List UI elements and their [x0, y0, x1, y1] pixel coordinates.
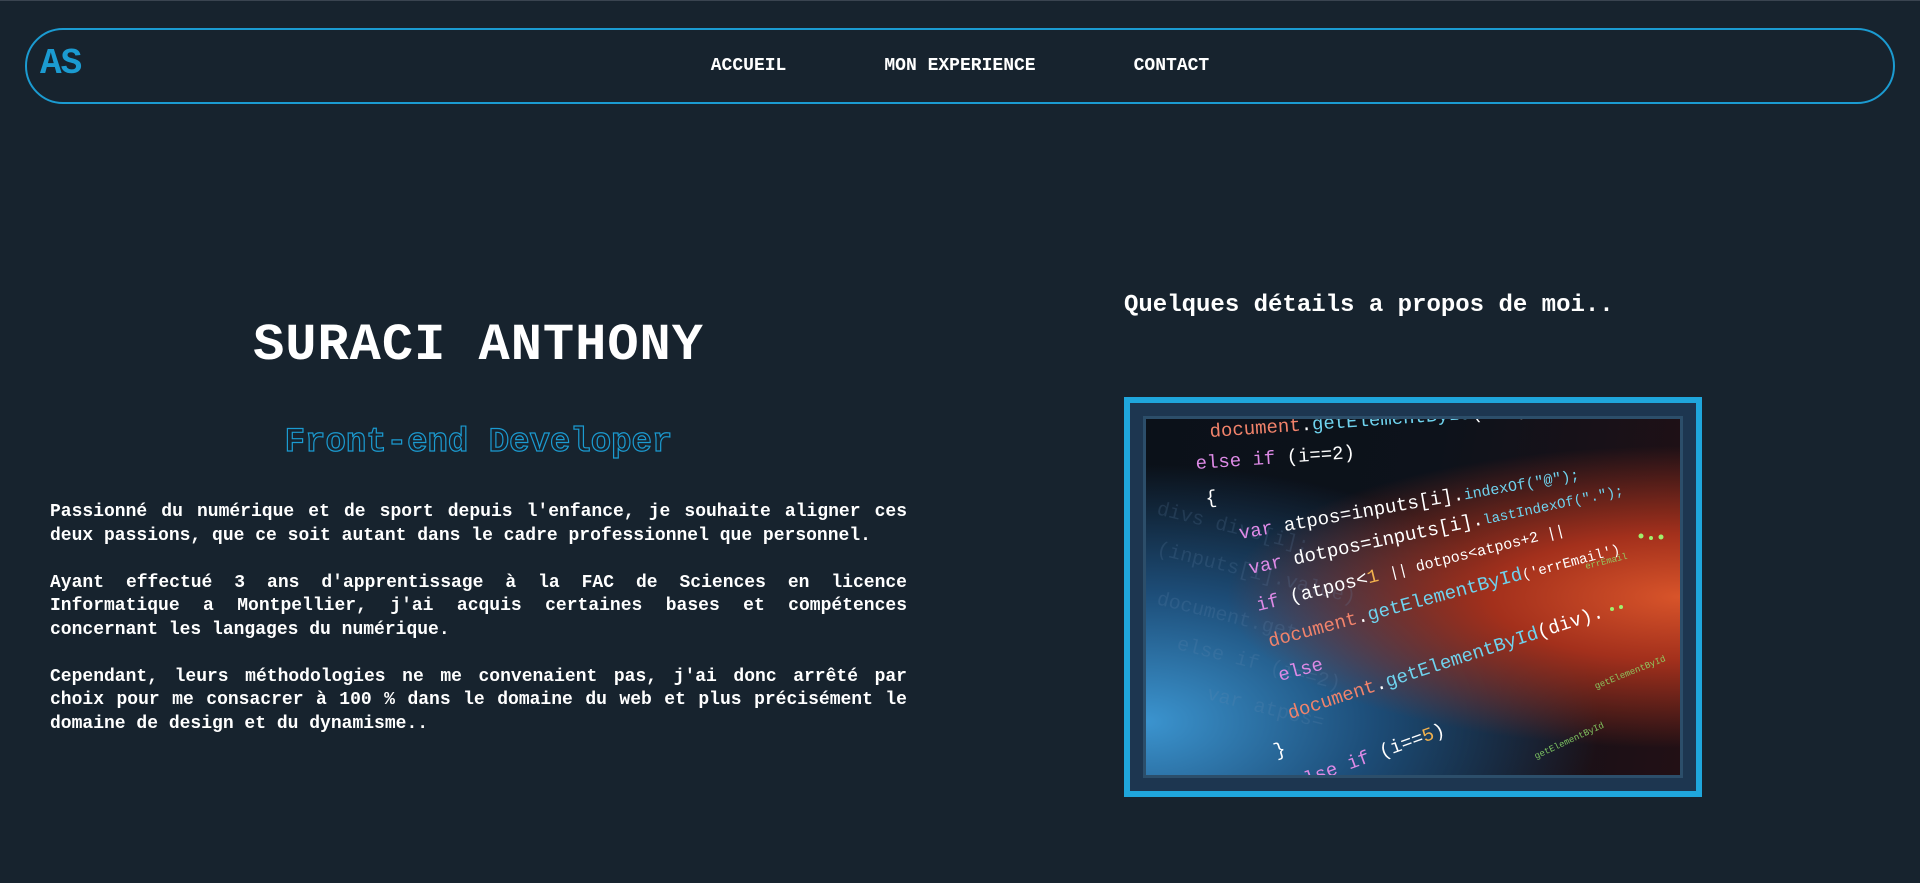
page-title: SURACI ANTHONY	[253, 316, 704, 375]
role-subtitle: Front-end Developer	[284, 423, 673, 462]
navbar: AS ACCUEIL MON EXPERIENCE CONTACT	[25, 28, 1895, 104]
nav-link-mon-experience[interactable]: MON EXPERIENCE	[884, 56, 1035, 76]
code-image-svg: divs divs[i]; (inputs[i].value) document…	[1154, 419, 1677, 775]
nav-link-contact[interactable]: CONTACT	[1134, 56, 1210, 76]
page: AS ACCUEIL MON EXPERIENCE CONTACT SURACI…	[0, 0, 1920, 883]
code-token: document	[1209, 419, 1302, 443]
svg-text:getElementById: getElementById	[1533, 721, 1606, 762]
about-heading: Quelques détails a propos de moi..	[1124, 292, 1614, 319]
bio-paragraph: Cependant, leurs méthodologies ne me con…	[50, 666, 907, 734]
bio-paragraph: Ayant effectué 3 ans d'apprentissage à l…	[50, 572, 907, 640]
nav-links: ACCUEIL MON EXPERIENCE CONTACT	[27, 56, 1893, 76]
bio: Passionné du numérique et de sport depui…	[50, 501, 907, 736]
svg-text:getElementById: getElementById	[1593, 654, 1667, 692]
hero-section: SURACI ANTHONY Front-end Developer Passi…	[50, 301, 907, 760]
svg-text:}: }	[1271, 738, 1289, 762]
svg-text:else if (i==2): else if (i==2)	[1195, 442, 1356, 475]
bio-paragraph: Passionné du numérique et de sport depui…	[50, 502, 907, 546]
svg-text:document.getElementById(div).i: document.getElementById(div).innerHTML =…	[1209, 419, 1677, 443]
svg-text:{: {	[1204, 487, 1218, 510]
code-image-frame: divs divs[i]; (inputs[i].value) document…	[1124, 397, 1702, 797]
nav-link-accueil[interactable]: ACCUEIL	[711, 56, 787, 76]
code-image: divs divs[i]; (inputs[i].value) document…	[1143, 416, 1683, 778]
